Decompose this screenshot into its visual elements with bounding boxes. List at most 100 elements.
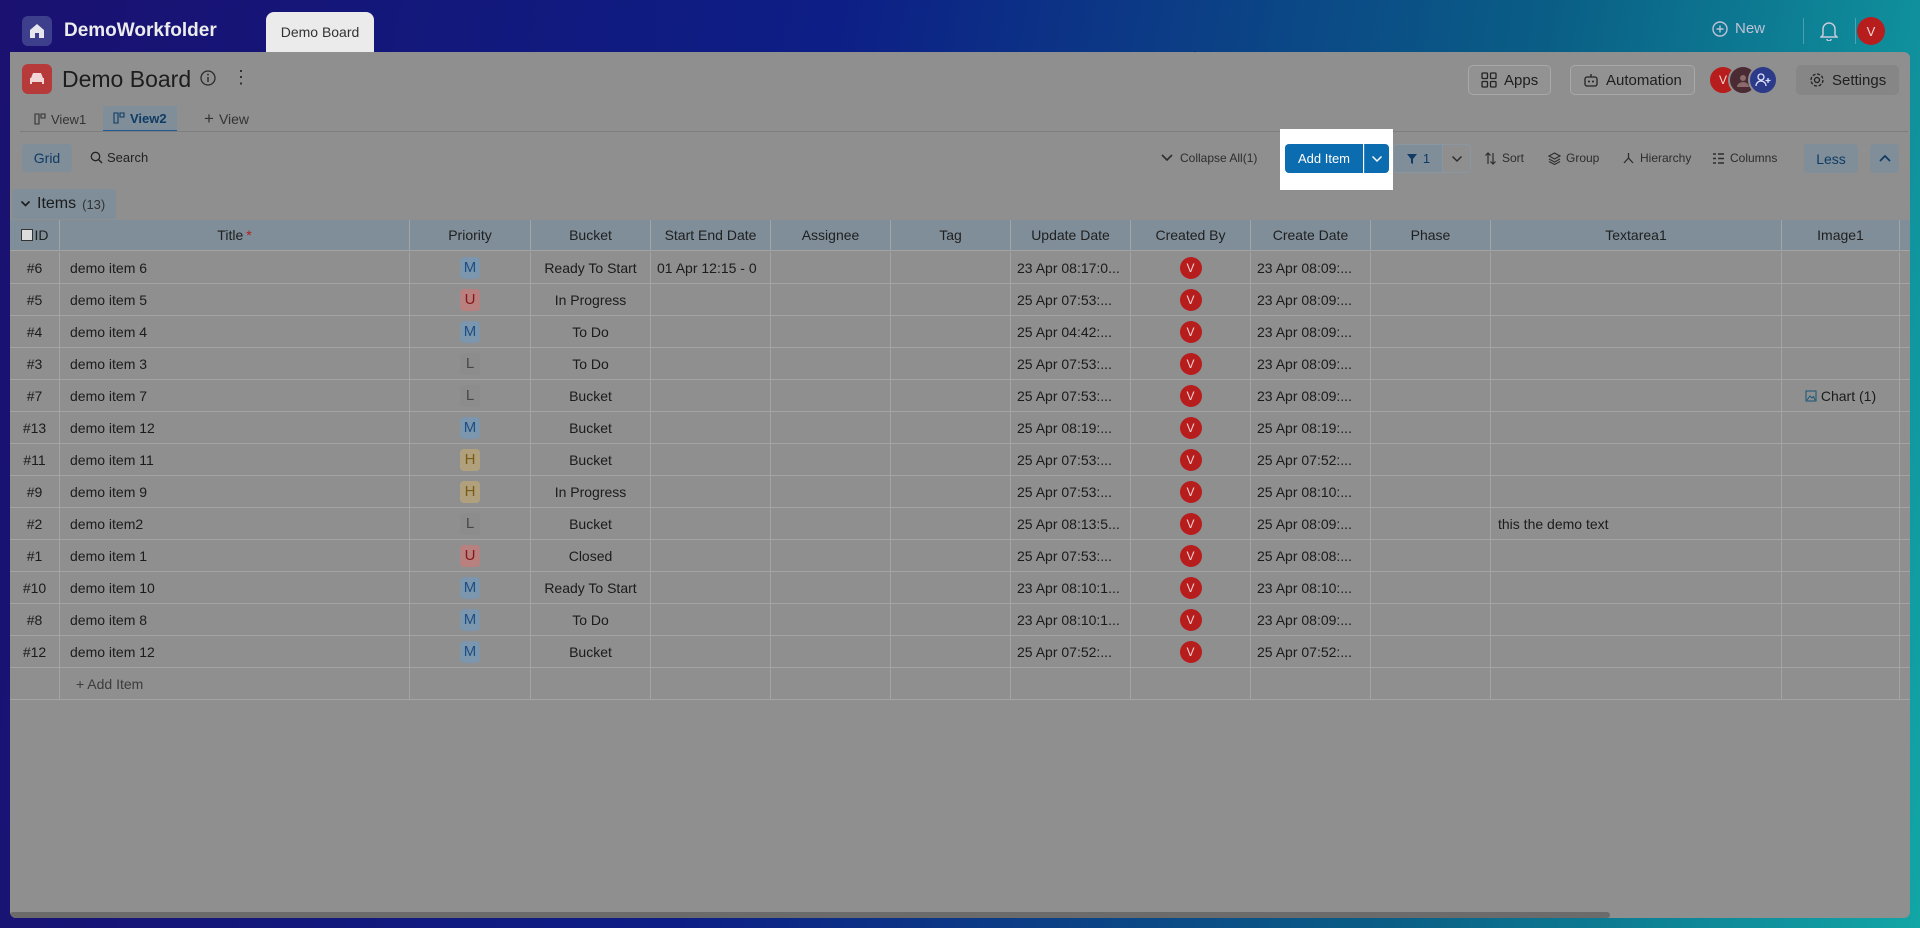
add-item-dropdown-button[interactable] [1364,144,1389,173]
row-bucket[interactable]: Ready To Start [531,252,651,283]
table-row[interactable]: #7 demo item 7 L Bucket 25 Apr 07:53:... V 23 … [10,380,1910,412]
row-priority[interactable]: M [410,572,531,603]
row-bucket[interactable]: Bucket [531,636,651,667]
header-start-end-date[interactable]: Start End Date [651,220,771,250]
row-image1[interactable] [1782,444,1900,475]
table-row[interactable]: #11 demo item 11 H Bucket 25 Apr 07:53:... V 2… [10,444,1910,476]
header-create-date[interactable]: Create Date [1251,220,1371,250]
group-button[interactable]: Group [1548,151,1599,165]
row-tag[interactable] [891,348,1011,379]
more-options-icon[interactable]: ⋮ [232,68,250,86]
row-title[interactable]: demo item 8 [60,604,410,635]
row-assignee[interactable] [771,252,891,283]
row-bucket[interactable]: Bucket [531,412,651,443]
automation-button[interactable]: Automation [1570,65,1695,95]
row-phase[interactable] [1371,636,1491,667]
header-id[interactable]: ID [10,220,60,250]
row-priority[interactable]: L [410,348,531,379]
row-priority[interactable]: M [410,636,531,667]
row-bucket[interactable]: To Do [531,316,651,347]
header-update-date[interactable]: Update Date [1011,220,1131,250]
group-items-toggle[interactable]: Items (13) [12,189,116,219]
row-start-end-date[interactable] [651,380,771,411]
row-phase[interactable] [1371,476,1491,507]
hierarchy-button[interactable]: Hierarchy [1622,151,1691,165]
table-row[interactable]: #3 demo item 3 L To Do 25 Apr 07:53:... V 23 A… [10,348,1910,380]
header-textarea1[interactable]: Textarea1 [1491,220,1782,250]
row-title[interactable]: demo item 9 [60,476,410,507]
new-button[interactable]: New [1712,20,1765,37]
row-assignee[interactable] [771,348,891,379]
row-assignee[interactable] [771,604,891,635]
header-phase[interactable]: Phase [1371,220,1491,250]
row-priority[interactable]: H [410,444,531,475]
row-title[interactable]: demo item 1 [60,540,410,571]
table-row[interactable]: #4 demo item 4 M To Do 25 Apr 04:42:... V 23 A… [10,316,1910,348]
add-view-button[interactable]: + View [204,106,249,132]
add-item-button[interactable]: Add Item [1285,144,1363,173]
row-tag[interactable] [891,476,1011,507]
row-textarea1[interactable] [1491,284,1782,315]
row-priority[interactable]: L [410,380,531,411]
row-image1[interactable] [1782,636,1900,667]
row-bucket[interactable]: Bucket [531,380,651,411]
row-textarea1[interactable] [1491,412,1782,443]
row-phase[interactable] [1371,412,1491,443]
tab-view2[interactable]: View2 [103,106,177,132]
row-phase[interactable] [1371,572,1491,603]
row-priority[interactable]: U [410,540,531,571]
row-image1[interactable] [1782,604,1900,635]
row-title[interactable]: demo item 10 [60,572,410,603]
row-textarea1[interactable]: this the demo text [1491,508,1782,539]
row-assignee[interactable] [771,476,891,507]
row-textarea1[interactable] [1491,572,1782,603]
table-row[interactable]: #1 demo item 1 U Closed 25 Apr 07:53:... V 25 … [10,540,1910,572]
add-member-icon[interactable] [1748,65,1778,95]
chevron-up-icon[interactable] [1870,144,1899,173]
grid-view-button[interactable]: Grid [22,144,72,172]
row-start-end-date[interactable] [651,316,771,347]
row-tag[interactable] [891,572,1011,603]
row-textarea1[interactable] [1491,636,1782,667]
row-textarea1[interactable] [1491,252,1782,283]
row-start-end-date[interactable]: 01 Apr 12:15 - 0 [651,252,771,283]
row-image1[interactable] [1782,508,1900,539]
row-priority[interactable]: M [410,412,531,443]
row-textarea1[interactable] [1491,540,1782,571]
row-start-end-date[interactable] [651,284,771,315]
row-phase[interactable] [1371,316,1491,347]
row-title[interactable]: demo item 7 [60,380,410,411]
filter-button[interactable]: 1 [1393,144,1443,173]
row-start-end-date[interactable] [651,604,771,635]
row-textarea1[interactable] [1491,604,1782,635]
header-bucket[interactable]: Bucket [531,220,651,250]
header-created-by[interactable]: Created By [1131,220,1251,250]
row-textarea1[interactable] [1491,380,1782,411]
row-title[interactable]: demo item 11 [60,444,410,475]
workfolder-title[interactable]: DemoWorkfolder [64,20,217,42]
row-tag[interactable] [891,508,1011,539]
row-phase[interactable] [1371,508,1491,539]
tab-view1[interactable]: View1 [34,106,86,132]
row-assignee[interactable] [771,316,891,347]
row-bucket[interactable]: To Do [531,604,651,635]
table-row[interactable]: #10 demo item 10 M Ready To Start 23 Apr 08:… [10,572,1910,604]
table-row[interactable]: #12 demo item 12 M Bucket 25 Apr 07:52:... V 2… [10,636,1910,668]
row-start-end-date[interactable] [651,348,771,379]
row-image1[interactable] [1782,476,1900,507]
header-image1[interactable]: Image1 [1782,220,1900,250]
row-assignee[interactable] [771,444,891,475]
row-tag[interactable] [891,380,1011,411]
row-image1[interactable] [1782,284,1900,315]
row-image1[interactable] [1782,540,1900,571]
row-textarea1[interactable] [1491,444,1782,475]
header-assignee[interactable]: Assignee [771,220,891,250]
row-title[interactable]: demo item 6 [60,252,410,283]
row-textarea1[interactable] [1491,348,1782,379]
row-priority[interactable]: M [410,316,531,347]
row-phase[interactable] [1371,380,1491,411]
row-assignee[interactable] [771,284,891,315]
tab-demo-board[interactable]: Demo Board [266,12,374,52]
header-priority[interactable]: Priority [410,220,531,250]
row-phase[interactable] [1371,284,1491,315]
